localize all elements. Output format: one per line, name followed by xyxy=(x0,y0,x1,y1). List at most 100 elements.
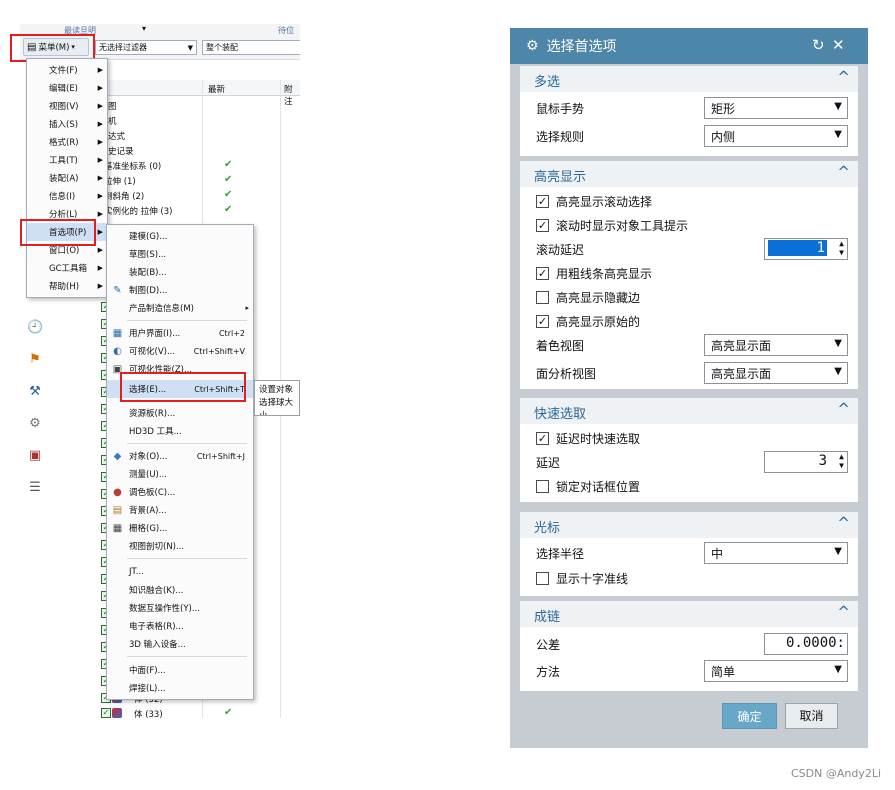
pref-drafting[interactable]: ✎ 制图(D)... xyxy=(107,281,253,299)
hidden-edges-checkbox[interactable] xyxy=(536,291,549,304)
mouse-gesture-select[interactable]: 矩形 ▼ xyxy=(704,97,848,119)
menu-item-edit[interactable]: 编辑(E) ▶ xyxy=(27,79,107,97)
pref-3d-input[interactable]: 3D 输入设备... xyxy=(107,635,253,653)
scroll-select-label: 高亮显示滚动选择 xyxy=(556,195,653,209)
chevron-up-icon[interactable]: ^ xyxy=(837,68,850,86)
system-materials-icon[interactable]: ⚙ xyxy=(27,416,43,432)
pref-object[interactable]: ◆ 对象(O)... Ctrl+Shift+J xyxy=(107,447,253,465)
selection-rule-select[interactable]: 内侧 ▼ xyxy=(704,125,848,147)
chevron-up-icon[interactable]: ^ xyxy=(837,603,850,621)
lock-dialog-checkbox[interactable] xyxy=(536,480,549,493)
scroll-delay-spinner[interactable]: 1 ▲ ▼ xyxy=(764,238,848,260)
menu-button[interactable]: ▤ 菜单(M) ▾ xyxy=(23,38,89,56)
menu-item-tools[interactable]: 工具(T) ▶ xyxy=(27,151,107,169)
chevron-down-icon: ▾ xyxy=(71,43,75,51)
pref-palette[interactable]: ● 调色板(C)... xyxy=(107,483,253,501)
thick-line-checkbox[interactable]: ✓ xyxy=(536,267,549,280)
pref-background[interactable]: ▤ 背景(A)... xyxy=(107,501,253,519)
history-clock-icon[interactable]: 🕘 xyxy=(27,320,43,336)
roles-icon[interactable]: ⚑ xyxy=(27,352,43,368)
part-navigator-icon[interactable]: ☰ xyxy=(27,480,43,496)
pref-knowledge-fusion[interactable]: 知识融合(K)... xyxy=(107,581,253,599)
chevron-up-icon[interactable]: ^ xyxy=(837,400,850,418)
reset-icon[interactable]: ↻ xyxy=(812,36,825,54)
tolerance-input[interactable]: 0.0000: xyxy=(764,633,848,655)
pref-pmi[interactable]: 产品制造信息(M) ▸ xyxy=(107,299,253,317)
section-chaining: 成链 ^ 公差 0.0000: 方法 简单 ▼ xyxy=(520,601,858,691)
selection-preferences-dialog: ⚙ 选择首选项 ↻ ✕ 多选 ^ 鼠标手势 矩形 ▼ 选择规则 内侧 ▼ 高亮显示 … xyxy=(510,28,868,748)
pref-data-interop[interactable]: 数据互操作性(Y)... xyxy=(107,599,253,617)
delay-spinner[interactable]: 3 ▲ ▼ xyxy=(764,451,848,473)
section-header[interactable]: 成链 ^ xyxy=(520,601,858,627)
pref-assembly[interactable]: 装配(B)... xyxy=(107,263,253,281)
chevron-up-icon[interactable]: ^ xyxy=(837,163,850,181)
watermark-credit: CSDN @Andy2Li xyxy=(790,767,881,780)
pref-selection[interactable]: 选择(E)... Ctrl+Shift+T xyxy=(107,380,253,398)
toolbar-dropdown-arrow[interactable]: ▾ xyxy=(142,24,146,33)
selection-radius-select[interactable]: 中 ▼ xyxy=(704,542,848,564)
tolerance-label: 公差 xyxy=(536,638,561,652)
section-header[interactable]: 快速选取 ^ xyxy=(520,398,858,424)
delay-quick-pick-checkbox[interactable]: ✓ xyxy=(536,432,549,445)
scroll-select-checkbox[interactable]: ✓ xyxy=(536,195,549,208)
gear-icon: ⚙ xyxy=(526,38,539,54)
close-icon[interactable]: ✕ xyxy=(832,36,845,54)
pref-resource-bar[interactable]: 资源板(R)... xyxy=(107,404,253,422)
ok-button[interactable]: 确定 xyxy=(722,703,777,729)
pref-welding[interactable]: 焊接(L)... xyxy=(107,679,253,697)
chevron-up-icon[interactable]: ^ xyxy=(837,514,850,532)
menu-item-view[interactable]: 视图(V) ▶ xyxy=(27,97,107,115)
menu-item-assembly[interactable]: 装配(A) ▶ xyxy=(27,169,107,187)
highlight-original-checkbox[interactable]: ✓ xyxy=(536,315,549,328)
menu-item-analysis[interactable]: 分析(L) ▶ xyxy=(27,205,107,223)
selection-filter-combo[interactable]: 无选择过滤器 ▼ xyxy=(95,40,197,55)
pref-sketch[interactable]: 草图(S)... xyxy=(107,245,253,263)
menu-icon: ▤ xyxy=(27,41,37,53)
method-select[interactable]: 简单 ▼ xyxy=(704,660,848,682)
palette-icon: ● xyxy=(113,486,122,498)
nav-row[interactable]: 体 (33) ✔ xyxy=(48,706,300,718)
pref-user-interface[interactable]: ▦ 用户界面(I)... Ctrl+2 xyxy=(107,324,253,342)
face-analysis-label: 面分析视图 xyxy=(536,367,597,381)
main-menu: 文件(F) ▶ 编辑(E) ▶ 视图(V) ▶ 插入(S) ▶ 格式(R) ▶ 工具(T)… xyxy=(26,58,108,298)
menu-item-gc-toolkit[interactable]: GC工具箱 ▶ xyxy=(27,259,107,277)
chevron-down-icon: ▼ xyxy=(834,101,842,112)
pref-measure[interactable]: 测量(U)... xyxy=(107,465,253,483)
shaded-view-select[interactable]: 高亮显示面 ▼ xyxy=(704,334,848,356)
section-multi-select: 多选 ^ 鼠标手势 矩形 ▼ 选择规则 内侧 ▼ xyxy=(520,66,858,156)
section-header[interactable]: 多选 ^ xyxy=(520,66,858,92)
face-analysis-select[interactable]: 高亮显示面 ▼ xyxy=(704,362,848,384)
menu-item-help[interactable]: 帮助(H) ▶ xyxy=(27,277,107,295)
menu-item-format[interactable]: 格式(R) ▶ xyxy=(27,133,107,151)
pref-midsurface[interactable]: 中面(F)... xyxy=(107,661,253,679)
scroll-tooltip-checkbox[interactable]: ✓ xyxy=(536,219,549,232)
section-title: 多选 xyxy=(534,75,561,90)
pref-visualization[interactable]: ◐ 可视化(V)... Ctrl+Shift+V xyxy=(107,342,253,360)
pref-view-section[interactable]: 视图剖切(N)... xyxy=(107,537,253,555)
cancel-button[interactable]: 取消 xyxy=(785,703,838,729)
chevron-down-icon: ▼ xyxy=(834,338,842,349)
toolbar-cut-label: 最读旦明 xyxy=(64,26,96,35)
spinner-arrows-icon: ▲ ▼ xyxy=(839,239,844,257)
reuse-library-icon[interactable]: ⚒ xyxy=(27,384,43,400)
pref-modeling[interactable]: 建模(G)... xyxy=(107,227,253,245)
spinner-arrows-icon: ▲ ▼ xyxy=(839,452,844,470)
menu-item-window[interactable]: 窗口(O) ▶ xyxy=(27,241,107,259)
menu-item-preferences[interactable]: 首选项(P) ▶ xyxy=(27,223,107,241)
pref-hd3d-tools[interactable]: HD3D 工具... xyxy=(107,422,253,440)
pref-visualization-performance[interactable]: ▣ 可视化性能(Z)... xyxy=(107,360,253,378)
palette-icon[interactable]: ▣ xyxy=(27,448,43,464)
pref-grid[interactable]: ▦ 栅格(G)... xyxy=(107,519,253,537)
assembly-scope-combo[interactable]: 整个装配 xyxy=(202,40,300,55)
menu-item-file[interactable]: 文件(F) ▶ xyxy=(27,61,107,79)
chevron-down-icon: ▼ xyxy=(834,129,842,140)
menu-item-info[interactable]: 信息(I) ▶ xyxy=(27,187,107,205)
section-header[interactable]: 光标 ^ xyxy=(520,512,858,538)
pref-jt[interactable]: JT... xyxy=(107,563,253,581)
crosshair-checkbox[interactable] xyxy=(536,572,549,585)
pref-spreadsheet[interactable]: 电子表格(R)... xyxy=(107,617,253,635)
thick-line-label: 用粗线条高亮显示 xyxy=(556,267,653,281)
section-header[interactable]: 高亮显示 ^ xyxy=(520,161,858,187)
menu-item-insert[interactable]: 插入(S) ▶ xyxy=(27,115,107,133)
section-title: 快速选取 xyxy=(534,407,587,422)
